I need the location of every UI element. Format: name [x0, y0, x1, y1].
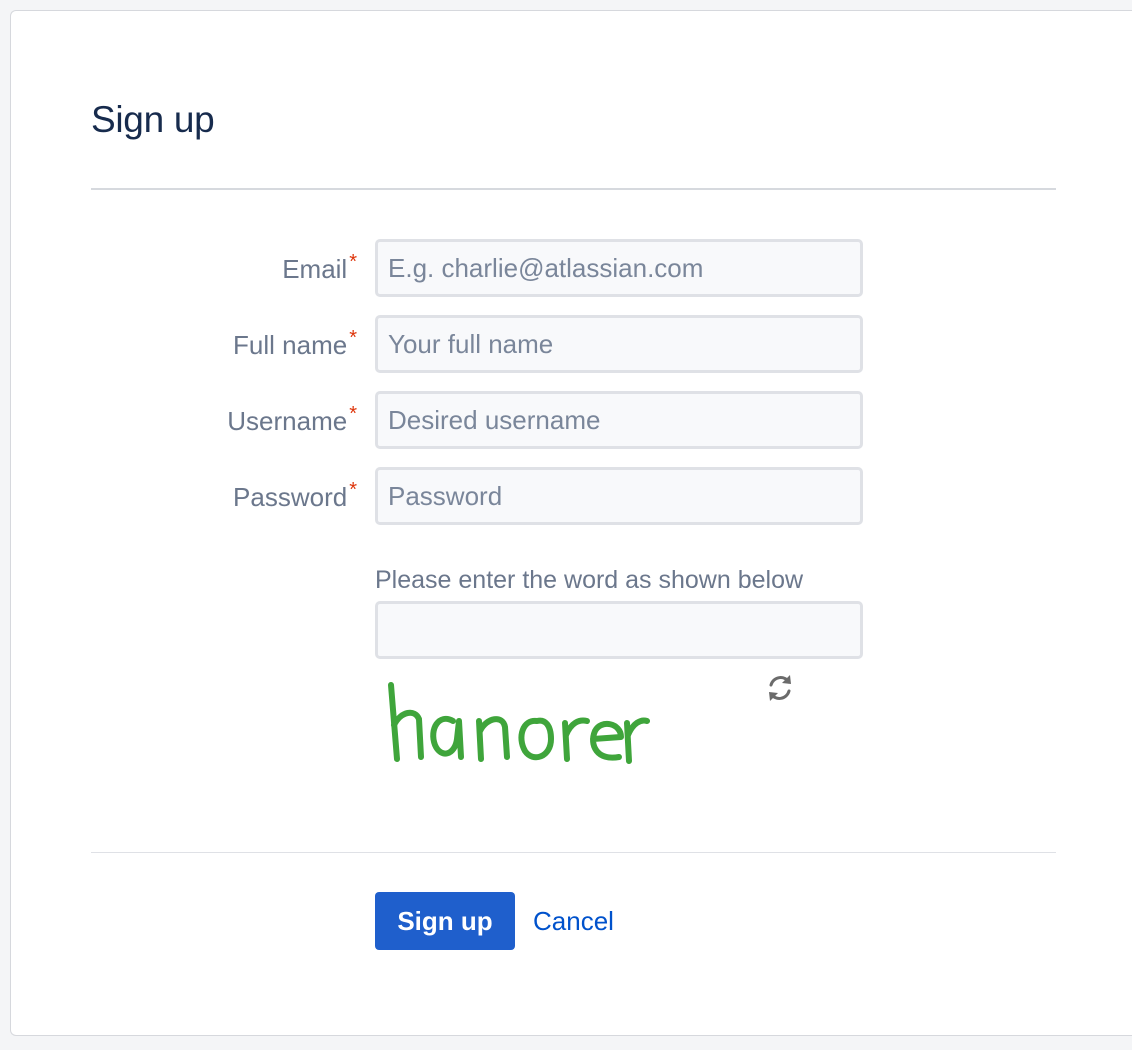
required-marker: *: [349, 403, 357, 425]
sign-up-button[interactable]: Sign up: [375, 892, 515, 950]
full-name-label: Full name: [233, 330, 348, 360]
password-label-row: Password *: [11, 479, 357, 515]
header-divider: [91, 188, 1056, 190]
refresh-captcha-icon[interactable]: [763, 671, 797, 705]
cancel-link[interactable]: Cancel: [533, 906, 614, 937]
password-label: Password: [233, 482, 348, 512]
full-name-field[interactable]: [375, 315, 863, 373]
captcha-label: Please enter the word as shown below: [375, 566, 804, 594]
full-name-label-row: Full name *: [11, 327, 357, 363]
password-field[interactable]: [375, 467, 863, 525]
username-label: Username: [227, 406, 348, 436]
required-marker: *: [349, 479, 357, 501]
required-marker: *: [349, 327, 357, 349]
captcha-word-graphic: [388, 682, 650, 764]
email-field[interactable]: [375, 239, 863, 297]
username-label-row: Username *: [11, 403, 357, 439]
email-label-row: Email *: [11, 251, 357, 287]
footer-divider: [91, 852, 1056, 853]
captcha-image: [375, 673, 650, 785]
email-label: Email: [282, 254, 348, 284]
signup-panel: Sign up Email* Full name* Username* Pass…: [10, 10, 1132, 1036]
required-marker: *: [349, 251, 357, 273]
username-field[interactable]: [375, 391, 863, 449]
captcha-field[interactable]: [375, 601, 863, 659]
page-title: Sign up: [91, 99, 215, 140]
